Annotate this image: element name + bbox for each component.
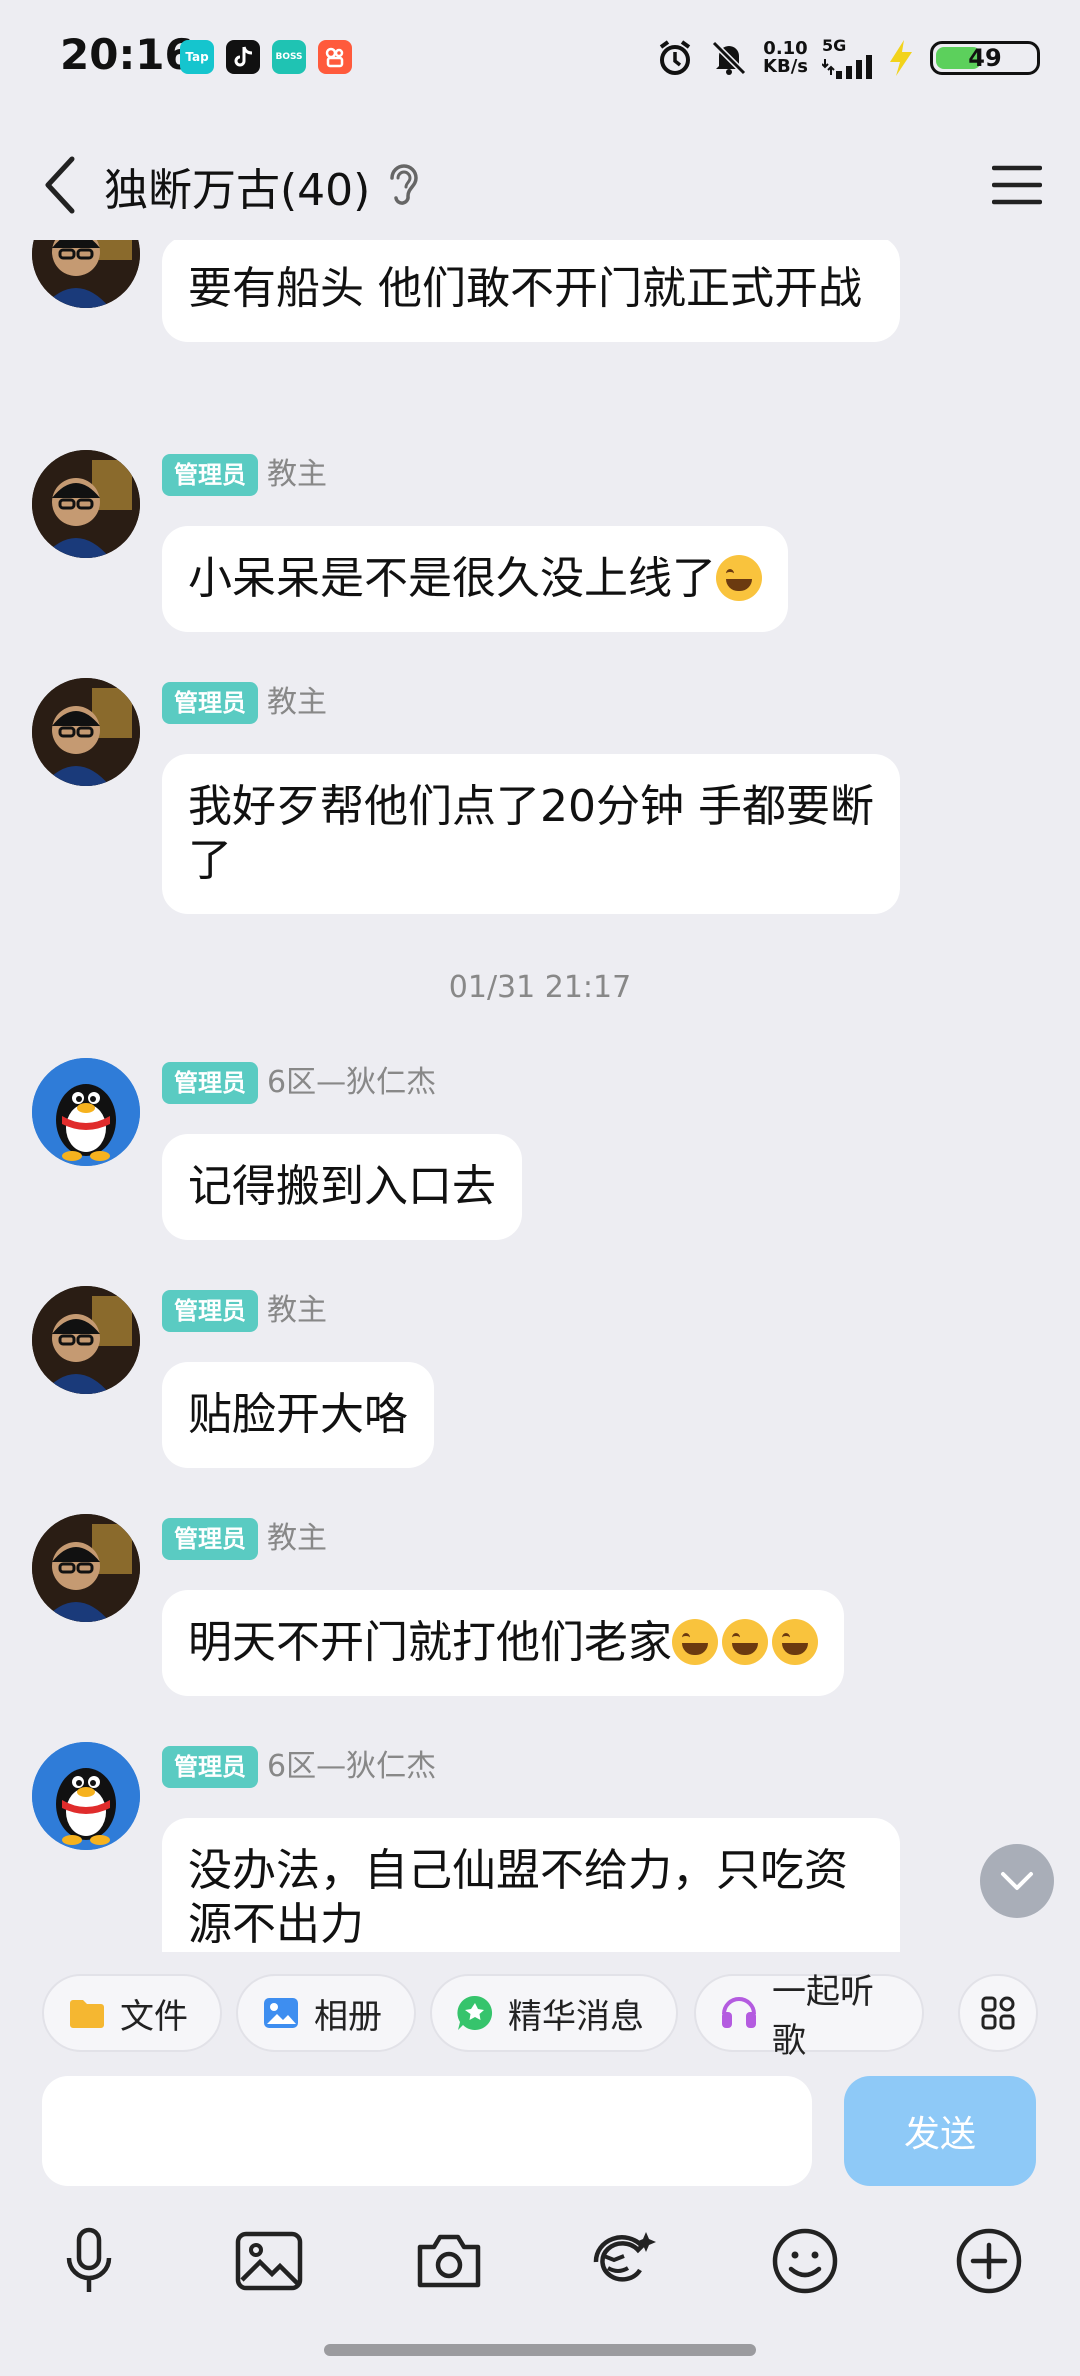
message-input[interactable] [42,2076,812,2186]
signal-icon [822,55,872,79]
back-button[interactable] [30,150,90,220]
role-badge: 管理员 [162,1746,258,1788]
scroll-to-bottom-button[interactable] [980,1844,1054,1918]
message-bubble[interactable]: 我好歹帮他们点了20分钟 手都要断了 [162,754,900,914]
chat-header: 独断万古(40) [0,130,1080,240]
emoji-button[interactable] [760,2216,850,2306]
role-badge: 管理员 [162,1290,258,1332]
message-bubble[interactable]: 小呆呆是不是很久没上线了 [162,526,788,632]
red-packet-icon [593,2232,656,2282]
more-apps-button[interactable] [958,1974,1038,2052]
voice-button[interactable] [44,2216,134,2306]
chip-listen-together[interactable]: 一起听歌 [694,1972,924,2061]
kuaishou-icon [318,40,352,74]
sender-name[interactable]: 教主 [267,682,327,724]
chip-album[interactable]: 相册 [236,1974,416,2052]
role-badge: 管理员 [162,1518,258,1560]
chat-title[interactable]: 独断万古(40) [104,154,370,218]
input-toolbar [0,2200,1080,2320]
more-button[interactable] [944,2216,1034,2306]
sender-name[interactable]: 教主 [267,1290,327,1332]
avatar[interactable] [32,450,140,558]
sender-name[interactable]: 6区—狄仁杰 [267,1746,436,1788]
role-badge: 管理员 [162,682,258,724]
sender-name[interactable]: 教主 [267,454,327,496]
battery-indicator: 49 [930,40,1040,75]
send-button[interactable]: 发送 [844,2076,1036,2186]
sender-name[interactable]: 6区—狄仁杰 [267,1062,436,1104]
timestamp: 01/31 21:17 [448,970,632,1005]
image-icon [235,2231,303,2291]
message-bubble[interactable]: 没办法，自己仙盟不给力，只吃资源不出力 [162,1818,900,1952]
laughing-emoji-icon [716,555,762,601]
mic-icon [66,2227,112,2292]
boss-icon: BOSS [272,40,306,74]
chip-highlights[interactable]: 精华消息 [430,1974,678,2052]
plus-circle-icon [956,2228,1022,2294]
avatar[interactable] [32,1742,140,1850]
status-time: 20:16 [60,30,194,79]
hamburger-menu-icon [992,165,1042,205]
menu-button[interactable] [984,152,1050,218]
signal-indicator: 5G [822,36,872,79]
status-bar: 20:16 Tap BOSS 0.10 KB/s 5G 49 [0,0,1080,120]
net-speed: 0.10 KB/s [763,37,808,77]
avatar[interactable] [32,240,140,308]
avatar[interactable] [32,678,140,786]
charging-icon [890,39,912,76]
grinning-emoji-icon [672,1619,718,1665]
taptap-icon: Tap [180,40,214,74]
avatar[interactable] [32,1514,140,1622]
emoji-icon [772,2228,838,2294]
headphones-icon [720,1994,758,2032]
ear-mode-icon[interactable] [380,158,424,208]
message-bubble[interactable]: 记得搬到入口去 [162,1134,522,1240]
sender-name[interactable]: 教主 [267,1518,327,1560]
alarm-icon [659,39,691,75]
qq-penguin-icon [32,1058,140,1166]
photo-icon [262,1994,300,2032]
tiktok-icon [226,40,260,74]
role-badge: 管理员 [162,454,258,496]
album-button[interactable] [224,2216,314,2306]
grinning-emoji-icon [722,1619,768,1665]
notification-app-icons: Tap BOSS [180,40,352,74]
home-indicator[interactable] [324,2344,756,2356]
qq-penguin-icon [32,1742,140,1850]
chevron-left-icon [45,156,75,214]
chevron-down-icon [1001,1872,1033,1890]
grinning-emoji-icon [772,1619,818,1665]
magic-button[interactable] [580,2216,670,2306]
camera-icon [417,2234,481,2288]
grid-icon [981,1996,1015,2030]
message-bubble[interactable]: 贴脸开大咯 [162,1362,434,1468]
message-bubble[interactable]: 明天不开门就打他们老家 [162,1590,844,1696]
status-icons: 0.10 KB/s 5G 49 [655,36,1040,79]
avatar[interactable] [32,1058,140,1166]
quick-action-bar: 文件 相册 精华消息 一起听歌 [0,1960,1080,2064]
message-list[interactable]: 要有船头 他们敢不开门就正式开战 管理员 教主 小呆呆是不是很久没上线了 管理员… [0,240,1080,1952]
star-icon [456,1994,494,2032]
camera-button[interactable] [404,2216,494,2306]
role-badge: 管理员 [162,1062,258,1104]
avatar[interactable] [32,1286,140,1394]
folder-icon [68,1994,106,2032]
chip-files[interactable]: 文件 [42,1974,222,2052]
message-bubble[interactable]: 要有船头 他们敢不开门就正式开战 [162,240,900,342]
mute-bell-icon [711,40,747,75]
